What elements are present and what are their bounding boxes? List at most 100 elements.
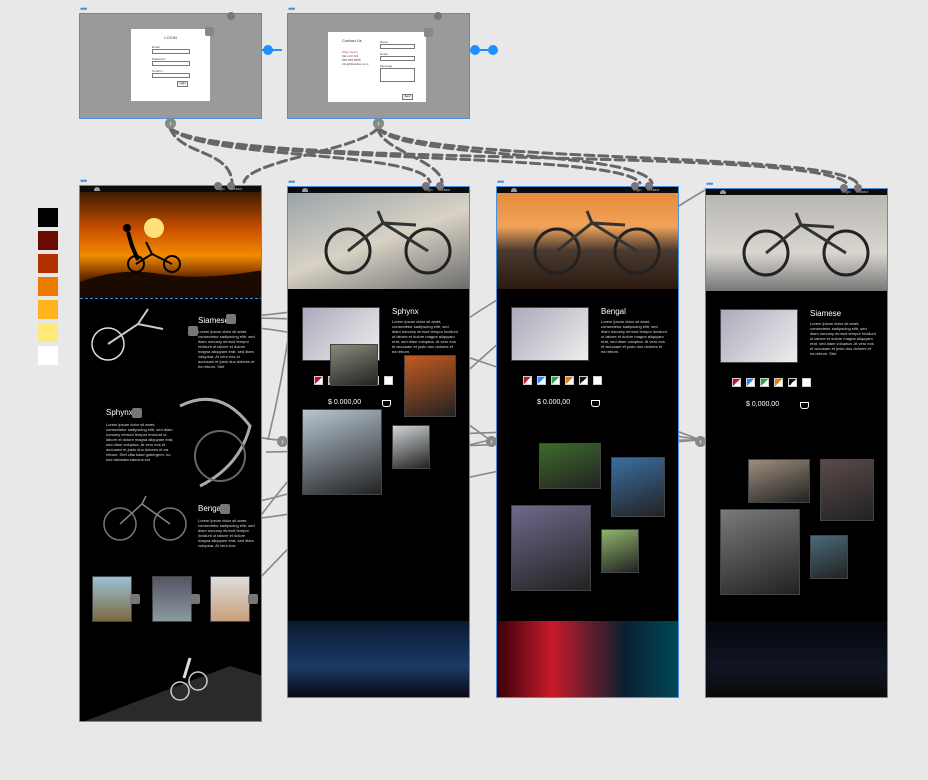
footer-image: [497, 621, 678, 697]
artboard-menu-icon[interactable]: •••: [80, 177, 88, 186]
home-artboard[interactable]: Login Contact Siamese Lorem ipsum dolor …: [79, 185, 262, 722]
thumbnail-image[interactable]: [92, 576, 132, 622]
hero-image: [497, 193, 678, 289]
gallery-photo[interactable]: [820, 459, 874, 521]
gallery-photo[interactable]: [810, 535, 848, 579]
connection-node[interactable]: [434, 12, 442, 20]
product-artboard-bengal[interactable]: Login Contact Bengal Lorem ipsum dolor si…: [496, 186, 679, 698]
link-handle[interactable]: [190, 594, 200, 604]
artboard-menu-icon[interactable]: •••: [288, 5, 296, 14]
color-swatch[interactable]: [38, 300, 58, 319]
basket-icon[interactable]: [800, 402, 809, 409]
connection-node[interactable]: [227, 182, 235, 190]
color-option[interactable]: [802, 378, 811, 387]
connection-node[interactable]: [422, 182, 430, 190]
color-option[interactable]: [384, 376, 393, 385]
color-swatch[interactable]: [38, 231, 58, 250]
gallery-photo[interactable]: [720, 509, 800, 595]
hero-image: [706, 195, 887, 291]
bicycle-graphic: [742, 212, 870, 277]
send-button[interactable]: Send: [402, 94, 413, 100]
color-option[interactable]: [746, 378, 755, 387]
flow-arrow[interactable]: ›: [277, 436, 288, 447]
email-field[interactable]: [152, 49, 190, 54]
color-option[interactable]: [774, 378, 783, 387]
password-field[interactable]: [152, 61, 190, 66]
overlay-close-node[interactable]: [205, 27, 214, 36]
connection-handle[interactable]: ›: [373, 118, 384, 129]
link-handle[interactable]: [188, 326, 198, 336]
connection-handle[interactable]: ›: [165, 118, 176, 129]
color-option[interactable]: [579, 376, 588, 385]
color-option[interactable]: [551, 376, 560, 385]
login-title: LOGIN: [164, 35, 177, 40]
logo-icon: [511, 188, 517, 192]
connection-node[interactable]: [854, 184, 862, 192]
connection-node[interactable]: [631, 182, 639, 190]
link-start-dot[interactable]: [470, 45, 480, 55]
color-option[interactable]: [760, 378, 769, 387]
color-option[interactable]: [788, 378, 797, 387]
artboard-menu-icon[interactable]: •••: [288, 178, 296, 187]
color-option[interactable]: [537, 376, 546, 385]
color-swatch[interactable]: [38, 208, 58, 227]
link-handle[interactable]: [220, 504, 230, 514]
thumbnail-image[interactable]: [210, 576, 250, 622]
color-option[interactable]: [593, 376, 602, 385]
link-handle[interactable]: [226, 314, 236, 324]
color-swatch[interactable]: [38, 277, 58, 296]
product-title: Sphynx: [392, 307, 419, 316]
color-option[interactable]: [732, 378, 741, 387]
gallery-photo[interactable]: [511, 505, 591, 591]
color-swatch[interactable]: [38, 254, 58, 273]
product-image[interactable]: [511, 307, 589, 361]
connection-node[interactable]: [645, 182, 653, 190]
name-field[interactable]: [380, 44, 415, 49]
product-description: Lorem ipsum dolor sit amet, consectetur …: [810, 321, 876, 356]
artboard-menu-icon[interactable]: •••: [80, 5, 88, 14]
gallery-photo[interactable]: [539, 443, 601, 489]
product-title: Siamese: [810, 309, 842, 318]
thumbnail-image[interactable]: [152, 576, 192, 622]
connection-node[interactable]: [227, 12, 235, 20]
artboard-menu-icon[interactable]: •••: [497, 178, 505, 187]
basket-icon[interactable]: [591, 400, 600, 407]
link-handle[interactable]: [130, 594, 140, 604]
link-start-dot[interactable]: [263, 45, 273, 55]
footer-image: [706, 621, 887, 697]
flow-arrow[interactable]: ›: [695, 436, 706, 447]
artboard-menu-icon[interactable]: •••: [706, 180, 714, 189]
contact-overlay-artboard[interactable]: Contact Us Shop Hours Mon–Fri 9-6 555-55…: [287, 13, 470, 119]
connection-node[interactable]: [436, 182, 444, 190]
basket-icon[interactable]: [382, 400, 391, 407]
gallery-photo[interactable]: [601, 529, 639, 573]
product-image[interactable]: [720, 309, 798, 363]
login-button[interactable]: Login: [177, 81, 188, 87]
product-artboard-siamese[interactable]: Login Contact Siamese Lorem ipsum dolor s…: [705, 188, 888, 698]
email-field[interactable]: [380, 56, 415, 61]
color-swatch[interactable]: [38, 323, 58, 342]
link-handle[interactable]: [248, 594, 258, 604]
color-option[interactable]: [523, 376, 532, 385]
color-option[interactable]: [314, 376, 323, 385]
gallery-photo[interactable]: [330, 344, 378, 386]
gallery-photo[interactable]: [404, 355, 456, 417]
gallery-photo[interactable]: [302, 409, 382, 495]
connection-node[interactable]: [840, 184, 848, 192]
product-artboard-sphynx[interactable]: Login Contact Sphynx Lorem ipsum dolor si…: [287, 186, 470, 698]
confirm-field[interactable]: [152, 73, 190, 78]
flow-arrow[interactable]: ›: [486, 436, 497, 447]
link-handle[interactable]: [132, 408, 142, 418]
gallery-photo[interactable]: [392, 425, 430, 469]
overlay-close-node[interactable]: [424, 28, 433, 37]
logo-icon: [94, 187, 100, 191]
gallery-photo[interactable]: [748, 459, 810, 503]
item-title: Sphynx: [106, 408, 133, 417]
message-field[interactable]: [380, 68, 415, 82]
color-swatch[interactable]: [38, 346, 58, 365]
gallery-photo[interactable]: [611, 457, 665, 517]
connection-node[interactable]: [214, 182, 222, 190]
login-overlay-artboard[interactable]: LOGIN Email Password Confirm Login: [79, 13, 262, 119]
link-end-dot[interactable]: [488, 45, 498, 55]
color-option[interactable]: [565, 376, 574, 385]
